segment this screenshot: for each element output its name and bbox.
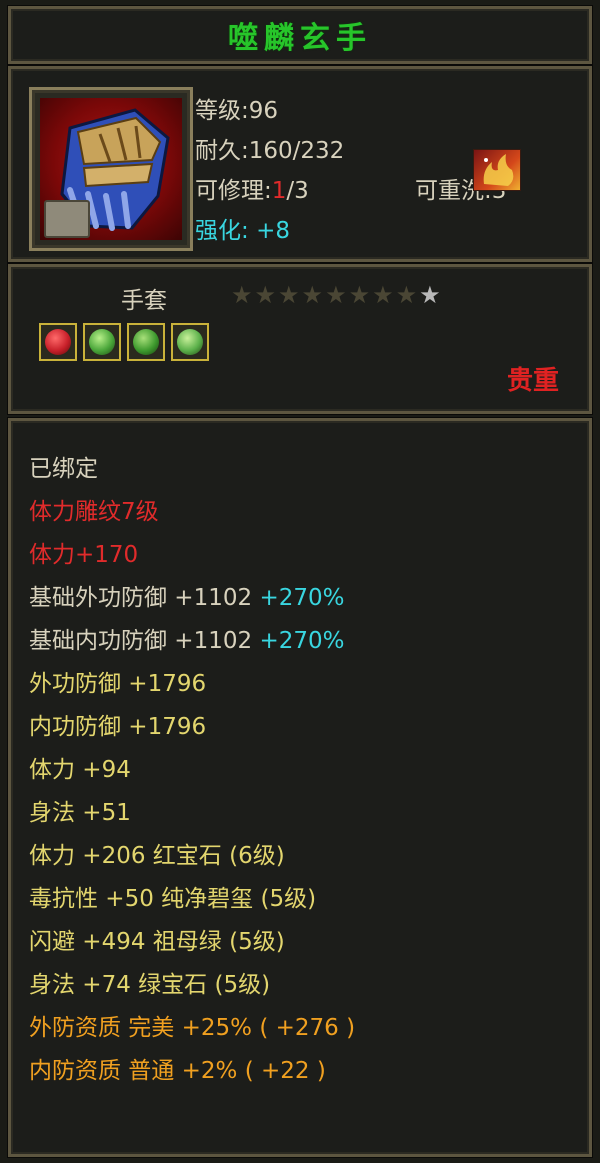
gauntlet-icon [40,98,182,240]
star-icon: ★ [231,281,253,309]
gem-dodge: 闪避 +494 祖母绿 (5级) [29,929,285,955]
agility-bonus: 身法 +51 [29,800,131,826]
gem-poison-resist: 毒抗性 +50 纯净碧玺 (5级) [29,886,317,912]
ext-defense: 外功防御 +1796 [29,671,207,697]
ext-def-quality: 外防资质 完美 +25% ( +276 ) [29,1015,356,1041]
flame-emblem-icon[interactable] [473,149,521,191]
item-icon [29,87,193,251]
item-name: 噬麟玄手 [228,21,372,56]
base-ext-defense: 基础外功防御 +1102 +270% [29,585,345,611]
attributes-panel: 已绑定 体力雕纹7级 体力+170 基础外功防御 +1102 +270% 基础内… [8,418,592,1157]
star-rating: ★ ★ ★ ★ ★ ★ ★ ★ ★ [231,283,441,307]
int-defense: 内功防御 +1796 [29,714,207,740]
gem-slot-jade[interactable] [127,323,165,361]
stamina-bonus: 体力 +94 [29,757,131,783]
engrave-level: 体力雕纹7级 [29,499,159,525]
star-icon: ★ [348,281,371,309]
emerald-gem-icon [89,329,115,355]
item-header: 等级:96 耐久:160/232 可修理:1/3 可重洗:3 强化: +8 [8,66,592,262]
star-icon: ★ [419,281,441,309]
star-icon: ★ [278,281,300,309]
star-icon: ★ [372,281,394,309]
ruby-gem-icon [45,329,71,355]
item-rarity: 贵重 [506,366,559,396]
item-durability: 耐久:160/232 [195,138,345,164]
gem-slot-emerald[interactable] [83,323,121,361]
gem-slot-green[interactable] [171,323,209,361]
item-type: 手套 [121,288,167,314]
jade-gem-icon [133,329,159,355]
star-icon: ★ [301,281,324,309]
item-repair: 可修理:1/3 [195,178,309,204]
bound-status: 已绑定 [29,456,98,482]
int-def-quality: 内防资质 普通 +2% ( +22 ) [29,1058,326,1084]
gem-agility: 身法 +74 绿宝石 (5级) [29,972,271,998]
star-icon: ★ [325,281,347,309]
bind-badge-icon [44,200,90,238]
base-int-defense: 基础内功防御 +1102 +270% [29,628,345,654]
engrave-bonus: 体力+170 [29,542,139,568]
item-type-panel: 手套 ★ ★ ★ ★ ★ ★ ★ ★ ★ 贵重 [8,264,592,414]
item-tooltip: 噬麟玄手 等级:96 耐久:160/232 可修理:1/3 可重洗:3 强化: … [0,0,600,1163]
gem-slot-ruby[interactable] [39,323,77,361]
item-level: 等级:96 [195,98,279,124]
green-gem-icon [177,329,203,355]
item-enhance: 强化: +8 [195,218,290,244]
title-panel: 噬麟玄手 [8,6,592,64]
gem-slots [39,323,209,361]
star-icon: ★ [254,281,277,309]
star-icon: ★ [395,281,418,309]
gem-stamina: 体力 +206 红宝石 (6级) [29,843,285,869]
